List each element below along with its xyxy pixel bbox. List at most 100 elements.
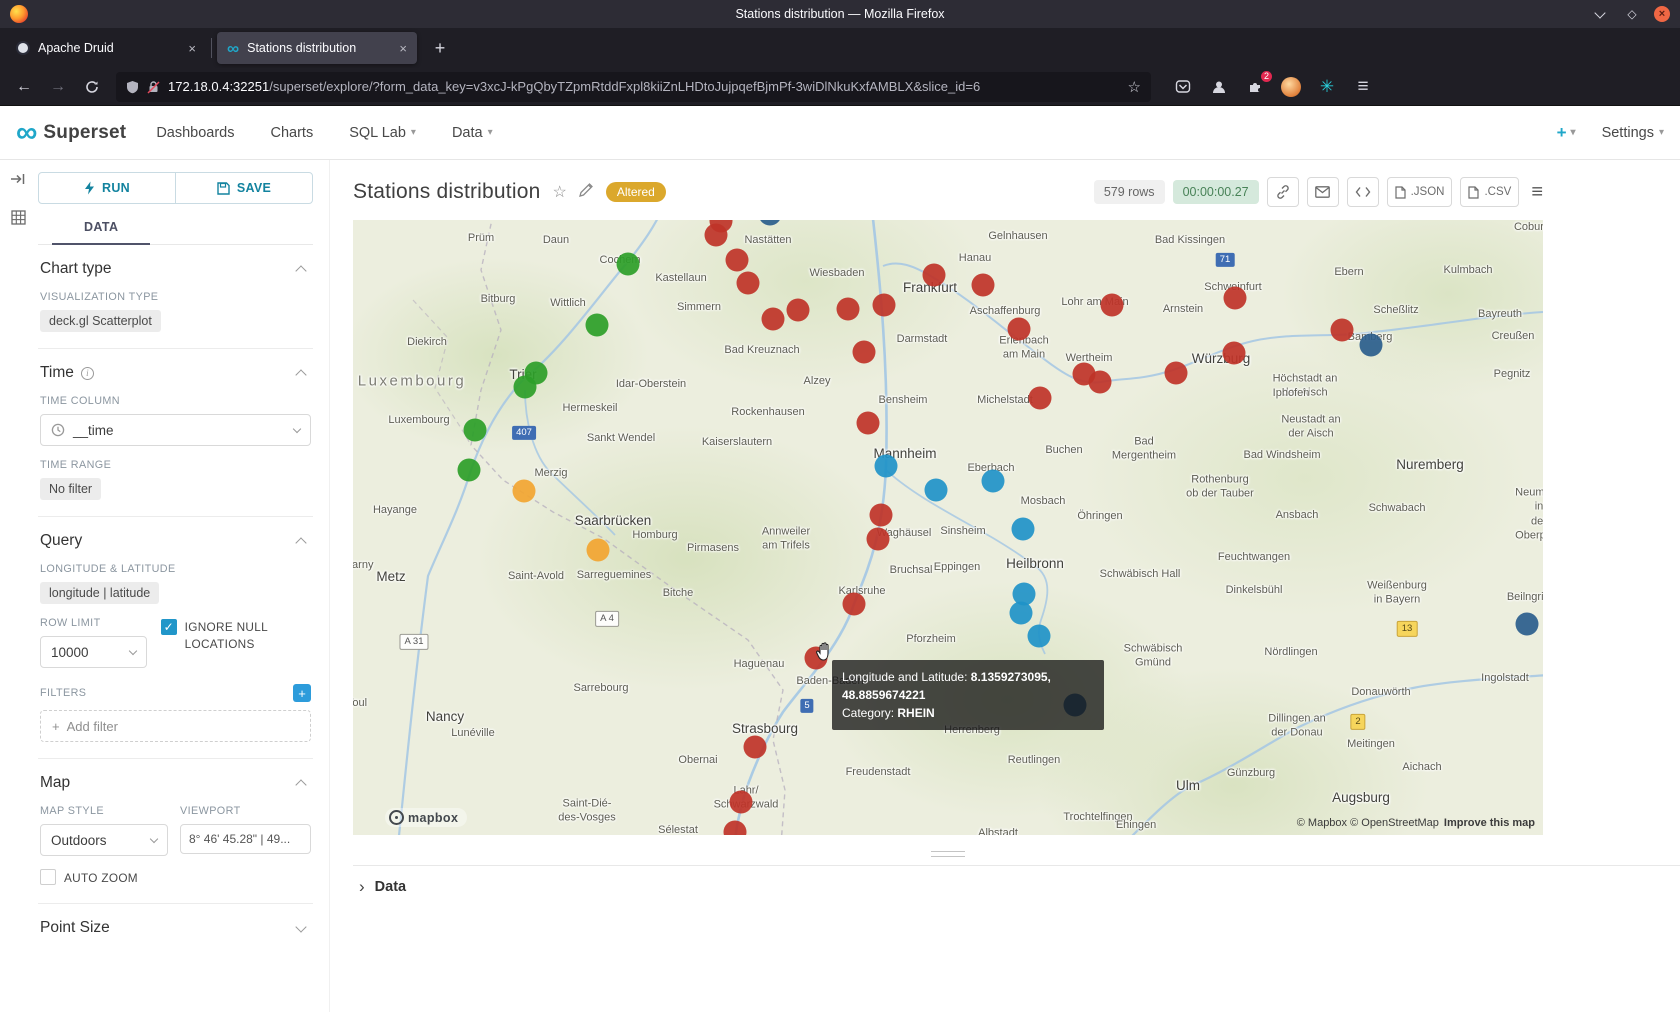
tab-close-icon[interactable]: × — [188, 41, 196, 56]
scatter-point-red[interactable] — [923, 264, 946, 287]
scatter-point-teal[interactable] — [1028, 625, 1051, 648]
new-dropdown-button[interactable]: +▾ — [1557, 123, 1576, 143]
tab-close-icon[interactable]: × — [399, 41, 407, 56]
pocket-icon[interactable] — [1171, 75, 1195, 99]
scatter-point-red[interactable] — [853, 341, 876, 364]
scatter-point-red[interactable] — [787, 299, 810, 322]
window-close-icon[interactable]: × — [1654, 6, 1670, 22]
scatter-point-red[interactable] — [726, 249, 749, 272]
scatter-point-red[interactable] — [762, 308, 785, 331]
window-minimize-icon[interactable] — [1594, 6, 1610, 22]
edit-properties-icon[interactable] — [579, 182, 594, 202]
scatter-point-teal[interactable] — [1010, 602, 1033, 625]
time-range-value[interactable]: No filter — [40, 478, 101, 500]
scatter-point-orange[interactable] — [587, 539, 610, 562]
scatter-point-green[interactable] — [458, 459, 481, 482]
download-json-button[interactable]: .JSON — [1387, 177, 1453, 207]
scatter-point-red[interactable] — [730, 791, 753, 814]
email-button[interactable] — [1307, 177, 1339, 207]
extension-star-icon[interactable]: ✳ — [1315, 75, 1339, 99]
nav-item-data[interactable]: Data▾ — [452, 125, 493, 141]
back-button[interactable]: ← — [10, 73, 38, 101]
run-button[interactable]: RUN — [38, 172, 176, 204]
scatter-point-red[interactable] — [857, 412, 880, 435]
scatter-point-teal[interactable] — [1012, 518, 1035, 541]
tab-stations-distribution[interactable]: ∞ Stations distribution × — [217, 32, 417, 64]
superset-brand[interactable]: ∞ Superset — [16, 118, 126, 148]
firefox-menu-icon[interactable]: ≡ — [1351, 75, 1375, 99]
scatter-point-red[interactable] — [1224, 287, 1247, 310]
account-icon[interactable] — [1207, 75, 1231, 99]
save-button[interactable]: SAVE — [175, 172, 313, 204]
viz-type-value[interactable]: deck.gl Scatterplot — [40, 310, 161, 332]
map-canvas[interactable]: Longitude and Latitude: 8.1359273095, 48… — [353, 220, 1543, 835]
scatter-point-red[interactable] — [1029, 387, 1052, 410]
collapse-chevron-icon[interactable] — [295, 265, 306, 276]
bookmark-star-icon[interactable]: ☆ — [1128, 78, 1141, 96]
viewport-value[interactable]: 8° 46' 45.28" | 49... — [180, 824, 311, 854]
scatter-point-red[interactable] — [744, 736, 767, 759]
scatter-point-blue[interactable] — [1360, 334, 1383, 357]
scatter-point-red[interactable] — [1101, 294, 1124, 317]
window-maximize-icon[interactable]: ◇ — [1624, 6, 1640, 22]
favorite-star-icon[interactable]: ☆ — [552, 182, 566, 202]
attribution-text[interactable]: © Mapbox © OpenStreetMap — [1297, 817, 1439, 829]
scatter-point-teal[interactable] — [875, 455, 898, 478]
nav-item-charts[interactable]: Charts — [271, 125, 314, 141]
collapse-chevron-icon[interactable] — [295, 779, 306, 790]
profile-avatar[interactable] — [1279, 75, 1303, 99]
tracking-shield-icon[interactable] — [126, 80, 139, 94]
scatter-point-red[interactable] — [873, 294, 896, 317]
map-style-select[interactable]: Outdoors — [40, 824, 168, 856]
data-panel-header[interactable]: › Data — [353, 865, 1680, 895]
scatter-point-red[interactable] — [1089, 371, 1112, 394]
expand-chevron-icon[interactable] — [295, 921, 306, 932]
scatter-point-orange[interactable] — [513, 480, 536, 503]
scatter-point-red[interactable] — [737, 272, 760, 295]
altered-badge[interactable]: Altered — [606, 182, 666, 202]
scatter-point-red[interactable] — [837, 298, 860, 321]
scatter-point-green[interactable] — [514, 376, 537, 399]
forward-button[interactable]: → — [44, 73, 72, 101]
improve-map-link[interactable]: Improve this map — [1444, 817, 1535, 829]
info-icon[interactable]: i — [81, 367, 94, 380]
scatter-point-red[interactable] — [1008, 318, 1031, 341]
scatter-point-red[interactable] — [843, 593, 866, 616]
add-filter-field[interactable]: + Add filter — [40, 710, 311, 742]
extensions-puzzle-icon[interactable]: 2 — [1243, 75, 1267, 99]
scatter-point-green[interactable] — [586, 314, 609, 337]
auto-zoom-checkbox[interactable] — [40, 869, 56, 885]
lonlat-value[interactable]: longitude | latitude — [40, 582, 159, 604]
scatter-point-red[interactable] — [1331, 319, 1354, 342]
reload-button[interactable] — [78, 73, 106, 101]
mapbox-logo[interactable]: mapbox — [385, 808, 467, 827]
embed-code-button[interactable] — [1347, 177, 1379, 207]
scatter-point-green[interactable] — [617, 253, 640, 276]
collapse-chevron-icon[interactable] — [295, 369, 306, 380]
tab-apache-druid[interactable]: Apache Druid × — [6, 32, 206, 64]
scatter-point-blue[interactable] — [1516, 613, 1539, 636]
add-filter-plus-button[interactable]: + — [293, 684, 311, 702]
scatter-point-green[interactable] — [464, 419, 487, 442]
scatter-point-red[interactable] — [972, 274, 995, 297]
chart-menu-icon[interactable]: ≡ — [1531, 181, 1543, 204]
time-column-select[interactable]: __time — [40, 414, 311, 446]
scatter-point-teal[interactable] — [925, 479, 948, 502]
scatter-point-red[interactable] — [1165, 362, 1188, 385]
collapse-chevron-icon[interactable] — [295, 537, 306, 548]
insecure-lock-icon[interactable] — [147, 80, 160, 94]
expand-datasource-icon[interactable] — [9, 170, 27, 188]
expand-data-chevron-icon[interactable]: › — [359, 878, 365, 895]
new-tab-button[interactable]: + — [427, 38, 453, 59]
scatter-point-red[interactable] — [1223, 342, 1246, 365]
scatter-point-red[interactable] — [870, 504, 893, 527]
copy-link-button[interactable] — [1267, 177, 1299, 207]
resize-drag-handle[interactable] — [931, 851, 965, 857]
settings-dropdown[interactable]: Settings▾ — [1602, 125, 1664, 141]
row-limit-select[interactable]: 10000 — [40, 636, 147, 668]
ignore-null-checkbox[interactable]: ✓ — [161, 619, 177, 635]
scatter-point-red[interactable] — [867, 528, 890, 551]
nav-item-dashboards[interactable]: Dashboards — [156, 125, 234, 141]
address-bar[interactable]: 172.18.0.4:32251/superset/explore/?form_… — [116, 72, 1151, 102]
scatter-point-teal[interactable] — [982, 470, 1005, 493]
